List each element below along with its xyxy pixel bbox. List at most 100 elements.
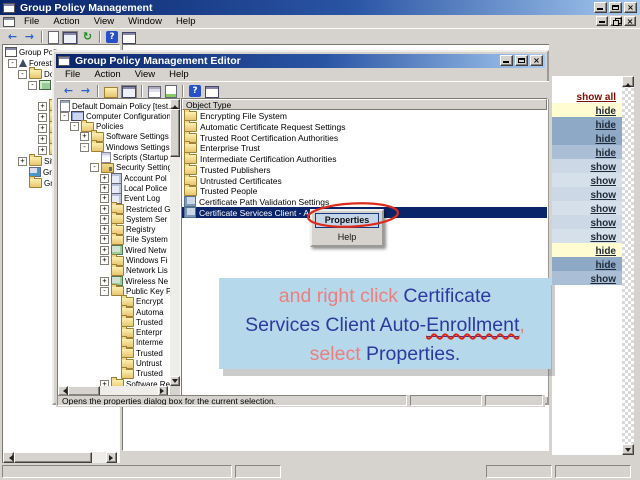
tree-vscrollbar[interactable] [170, 99, 180, 386]
collapse-icon[interactable]: - [90, 163, 99, 172]
tree-item-network-lis[interactable]: Network Lis [100, 266, 168, 276]
collapse-icon[interactable]: - [8, 59, 17, 68]
close-button[interactable]: × [624, 2, 637, 13]
back-icon[interactable]: ← [6, 30, 19, 43]
show-link[interactable]: show [590, 190, 616, 201]
hide-link[interactable]: hide [595, 246, 616, 257]
expand-icon[interactable]: + [100, 174, 109, 183]
scrollbar-thumb[interactable] [14, 452, 92, 463]
show-link[interactable]: show [590, 218, 616, 229]
expand-icon[interactable]: + [100, 205, 109, 214]
forward-icon[interactable]: → [23, 30, 36, 43]
collapse-icon[interactable]: - [80, 143, 89, 152]
gpm-titlebar[interactable]: Group Policy Management × [0, 0, 640, 15]
scroll-right-button[interactable] [106, 452, 117, 463]
tree-item-wired-netw[interactable]: +Wired Netw [100, 245, 166, 255]
collapse-icon[interactable]: - [100, 287, 109, 296]
expand-icon[interactable]: + [18, 157, 27, 166]
panel-scrollbar-track[interactable] [622, 76, 634, 455]
tree-item-local-police[interactable]: +Local Police [100, 183, 167, 193]
tree-item-trusted[interactable]: Trusted [110, 317, 163, 327]
minimize-button[interactable] [500, 55, 513, 66]
maximize-button[interactable] [515, 55, 528, 66]
gpme-menu-action[interactable]: Action [87, 68, 127, 81]
list-item-enterprise-trust[interactable]: Enterprise Trust [182, 143, 547, 154]
hide-link[interactable]: hide [595, 120, 616, 131]
tree-item-account-pol[interactable]: +Account Pol [100, 173, 167, 183]
expand-icon[interactable]: + [38, 102, 47, 111]
tree-item-trusted[interactable]: Trusted [110, 348, 163, 358]
tree-item-item[interactable]: - [28, 80, 53, 90]
window-active-icon[interactable] [63, 32, 77, 44]
gpm-menu-action[interactable]: Action [46, 15, 86, 28]
hide-link[interactable]: hide [595, 148, 616, 159]
expand-icon[interactable]: + [100, 235, 109, 244]
show-link[interactable]: show [590, 232, 616, 243]
tree-item-scripts-startup[interactable]: Scripts (Startup [90, 153, 168, 163]
gpm-menu-window[interactable]: Window [121, 15, 169, 28]
tree-item-trusted[interactable]: Trusted [110, 369, 163, 379]
tree-item-enterpr[interactable]: Enterpr [110, 328, 162, 338]
scrollbar-thumb[interactable] [170, 109, 180, 157]
expand-icon[interactable]: + [80, 132, 89, 141]
maximize-button[interactable] [609, 2, 622, 13]
hide-link[interactable]: hide [595, 106, 616, 117]
list-icon[interactable] [148, 86, 161, 98]
show-all-link[interactable]: show all [577, 92, 616, 103]
collapse-icon[interactable]: - [28, 81, 37, 90]
window-icon[interactable] [205, 86, 219, 98]
tree-item-untrust[interactable]: Untrust [110, 359, 162, 369]
show-link[interactable]: show [590, 162, 616, 173]
gpme-menu-help[interactable]: Help [162, 68, 196, 81]
column-header-object-type[interactable]: Object Type [182, 99, 547, 110]
close-button[interactable]: × [530, 55, 543, 66]
gpme-menu-view[interactable]: View [128, 68, 162, 81]
doc-icon[interactable] [48, 31, 59, 44]
show-link[interactable]: show [590, 274, 616, 285]
show-link[interactable]: show [590, 176, 616, 187]
folderup-icon[interactable] [104, 87, 118, 98]
list-item-trusted-publishers[interactable]: Trusted Publishers [182, 165, 547, 176]
scroll-left-button[interactable] [3, 452, 14, 463]
gpm-menu-file[interactable]: File [17, 15, 46, 28]
hide-link[interactable]: hide [595, 134, 616, 145]
context-menu-item-help[interactable]: Help [315, 230, 379, 245]
help-icon[interactable]: ? [189, 85, 201, 97]
hide-link[interactable]: hide [595, 260, 616, 271]
collapse-icon[interactable]: - [70, 122, 79, 131]
tree-item-automa[interactable]: Automa [110, 307, 164, 317]
expand-icon[interactable]: + [38, 135, 47, 144]
panel-scroll-up-button[interactable] [622, 76, 634, 87]
export-icon[interactable] [165, 85, 177, 98]
minimize-button[interactable] [594, 2, 607, 13]
expand-icon[interactable]: + [100, 256, 109, 265]
back-icon[interactable]: ← [62, 84, 75, 97]
minimize-button[interactable] [596, 16, 608, 26]
list-item-automatic-certificate-request-settings[interactable]: Automatic Certificate Request Settings [182, 122, 547, 133]
console-tree-hscrollbar[interactable] [3, 452, 117, 463]
expand-icon[interactable]: + [38, 113, 47, 122]
list-item-intermediate-certification-authorities[interactable]: Intermediate Certification Authorities [182, 154, 547, 165]
tree-item-computer-configuration[interactable]: -Computer Configuration [60, 111, 170, 121]
show-link[interactable]: show [590, 204, 616, 215]
forward-icon[interactable]: → [79, 84, 92, 97]
collapse-icon[interactable]: - [60, 112, 69, 121]
refresh-icon[interactable]: ↻ [81, 30, 94, 43]
list-item-trusted-root-certification-authorities[interactable]: Trusted Root Certification Authorities [182, 132, 547, 143]
gpm-menu-help[interactable]: Help [169, 15, 203, 28]
list-item-encrypting-file-system[interactable]: Encrypting File System [182, 111, 547, 122]
expand-icon[interactable]: + [38, 124, 47, 133]
tree-item-registry[interactable]: +Registry [100, 225, 155, 235]
tree-item-windows-settings[interactable]: -Windows Settings [80, 142, 170, 152]
close-button[interactable]: × [624, 16, 636, 26]
expand-icon[interactable]: + [100, 184, 109, 193]
scroll-up-button[interactable] [170, 99, 180, 109]
expand-icon[interactable]: + [100, 215, 109, 224]
gpme-menu-file[interactable]: File [58, 68, 87, 81]
expand-icon[interactable]: + [100, 277, 109, 286]
window-icon[interactable] [122, 32, 136, 44]
expand-icon[interactable]: + [100, 194, 109, 203]
list-item-trusted-people[interactable]: Trusted People [182, 186, 547, 197]
tree-item-security-setting[interactable]: -Security Setting [90, 163, 170, 173]
tree-item-event-log[interactable]: +Event Log [100, 194, 160, 204]
